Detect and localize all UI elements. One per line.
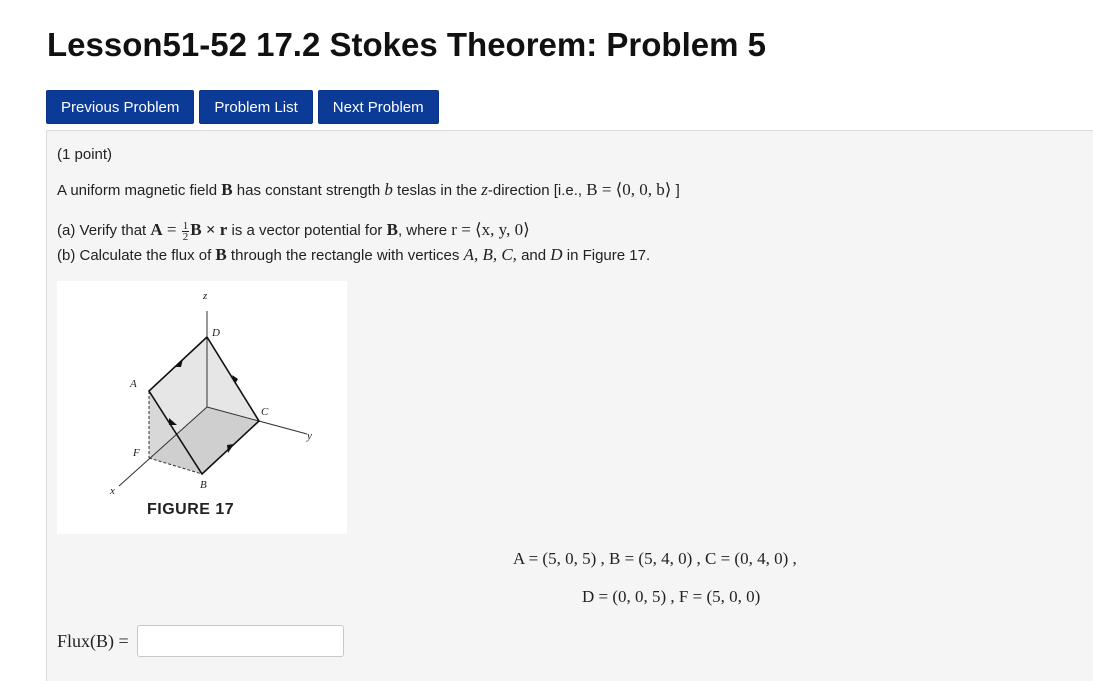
arrow-BC — [227, 444, 234, 453]
part-b-text-3: in Figure 17. — [562, 247, 651, 264]
figure-caption: FIGURE 17 — [147, 501, 235, 518]
part-a-cross-product: B × r — [190, 220, 228, 239]
part-b-label: (b) — [57, 247, 76, 264]
intro-text-3: teslas in the — [392, 182, 482, 199]
problem-intro: A uniform magnetic field B has constant … — [57, 180, 680, 200]
part-b-text-1: Calculate the flux of — [75, 247, 216, 264]
flux-answer-row: Flux(B) = — [57, 625, 344, 657]
label-D: D — [211, 327, 220, 339]
problem-points: (1 point) — [57, 146, 113, 163]
vertices-line-1: A = (5, 0, 5) , B = (5, 4, 0) , C = (0, … — [513, 549, 797, 568]
figure-17: z D A C y F B x FIGURE 17 — [57, 281, 347, 534]
intro-text-2: has constant strength — [232, 182, 385, 199]
figure-diagram: z D A C y F B x — [109, 290, 312, 497]
vertices-line-2: D = (0, 0, 5) , F = (5, 0, 0) — [582, 587, 761, 606]
intro-text-5: ] — [671, 182, 680, 199]
fraction-numerator: 1 — [181, 219, 190, 232]
label-y: y — [306, 430, 312, 442]
part-b-B: B — [215, 245, 227, 264]
flux-label: Flux(B) = — [57, 630, 129, 651]
part-a-text-2: is a vector potential for — [227, 222, 387, 239]
page-title: Lesson51-52 17.2 Stokes Theorem: Problem… — [47, 26, 766, 63]
part-b-and: and — [516, 247, 551, 264]
part-a-label: (a) — [57, 222, 76, 239]
part-a-B: B — [386, 220, 398, 239]
part-a-equals: = — [162, 220, 181, 239]
next-problem-button[interactable]: Next Problem — [317, 90, 439, 124]
intro-B: B — [221, 180, 233, 199]
part-a-r: r = ⟨x, y, 0⟩ — [451, 220, 530, 239]
label-F: F — [132, 447, 140, 459]
part-a-text-1: Verify that — [75, 222, 151, 239]
label-A: A — [129, 378, 137, 390]
one-half-fraction: 12 — [181, 219, 190, 243]
intro-text-4: -direction [i.e., — [487, 182, 587, 199]
intro-text-1: A uniform magnetic field — [57, 182, 222, 199]
intro-z: z — [481, 180, 488, 199]
intro-b: b — [384, 180, 393, 199]
problem-nav: Previous Problem Problem List Next Probl… — [46, 90, 439, 124]
part-a-A: A — [150, 220, 163, 239]
fraction-denominator: 2 — [182, 230, 189, 243]
label-C: C — [261, 406, 269, 418]
flux-answer-input[interactable] — [136, 625, 344, 657]
problem-panel: (1 point) A uniform magnetic field B has… — [46, 130, 1093, 681]
previous-problem-button[interactable]: Previous Problem — [46, 90, 195, 124]
problem-list-button[interactable]: Problem List — [199, 90, 313, 124]
part-b-vertices: A, B, C, — [463, 245, 517, 264]
part-b-text-2: through the rectangle with vertices — [226, 247, 464, 264]
label-x: x — [109, 485, 115, 497]
part-b: (b) Calculate the flux of B through the … — [57, 245, 650, 265]
label-B: B — [200, 479, 207, 491]
part-a-text-3: , where — [397, 222, 452, 239]
part-b-D: D — [550, 245, 563, 264]
part-a: (a) Verify that A = 12B × r is a vector … — [57, 220, 530, 242]
label-z: z — [202, 290, 208, 302]
intro-equation: B = ⟨0, 0, b⟩ — [586, 180, 672, 199]
